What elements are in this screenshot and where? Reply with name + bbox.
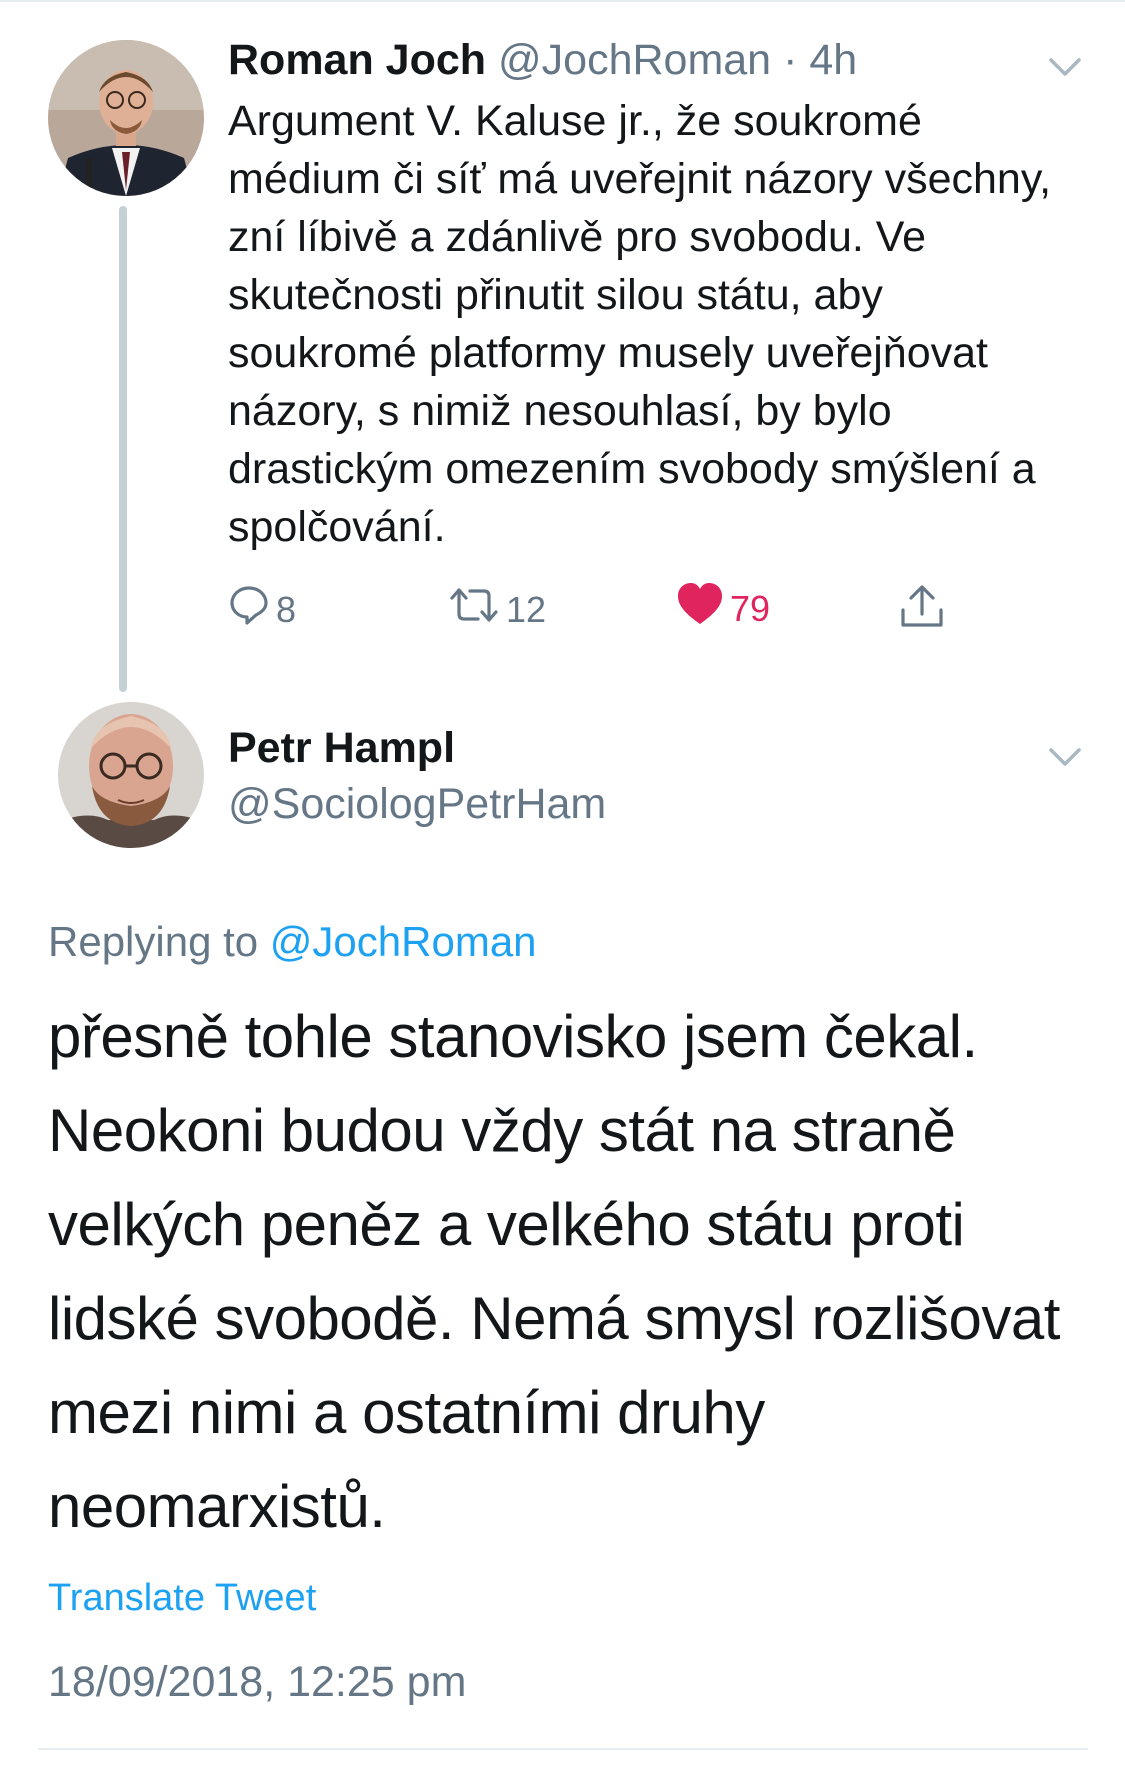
separator-dot: · bbox=[783, 36, 798, 84]
like-button[interactable]: 79 bbox=[676, 582, 770, 635]
tweet1-text: Argument V. Kaluse jr., že soukromé médi… bbox=[228, 97, 1052, 551]
tweet-timestamp: 18/09/2018, 12:25 pm bbox=[48, 1658, 467, 1706]
reply-icon bbox=[228, 584, 276, 635]
author-handle[interactable]: @JochRoman bbox=[498, 36, 771, 84]
tweet-time[interactable]: 4h bbox=[809, 36, 857, 84]
chevron-down-icon[interactable] bbox=[1045, 52, 1085, 82]
retweet-button[interactable]: 12 bbox=[448, 584, 546, 635]
author-name[interactable]: Petr Hampl bbox=[228, 722, 455, 774]
replying-to-line: Replying to @JochRoman bbox=[48, 916, 537, 968]
avatar-roman-joch[interactable] bbox=[48, 40, 204, 196]
heart-icon bbox=[676, 582, 730, 635]
share-button[interactable] bbox=[898, 584, 952, 639]
retweet-icon bbox=[448, 584, 506, 635]
author-handle[interactable]: @SociologPetrHam bbox=[228, 778, 606, 830]
like-count: 79 bbox=[730, 587, 771, 629]
tweet1-header: Roman Joch @JochRoman · 4h bbox=[228, 34, 857, 86]
reply-count: 8 bbox=[276, 588, 297, 630]
replying-prefix: Replying to bbox=[48, 918, 259, 965]
avatar-petr-hampl[interactable] bbox=[58, 702, 204, 848]
replying-to-link[interactable]: @JochRoman bbox=[270, 918, 537, 965]
reply-button[interactable]: 8 bbox=[228, 584, 296, 635]
tweet2-text: přesně tohle stanovisko jsem čekal. Neok… bbox=[48, 1003, 1060, 1540]
share-icon bbox=[898, 584, 952, 639]
translate-tweet-link[interactable]: Translate Tweet bbox=[48, 1574, 316, 1622]
chevron-down-icon[interactable] bbox=[1045, 742, 1085, 772]
author-name[interactable]: Roman Joch bbox=[228, 36, 486, 84]
thread-connector-line bbox=[119, 206, 127, 692]
retweet-count: 12 bbox=[506, 588, 547, 630]
bottom-divider bbox=[38, 1748, 1088, 1750]
top-divider bbox=[0, 0, 1125, 2]
